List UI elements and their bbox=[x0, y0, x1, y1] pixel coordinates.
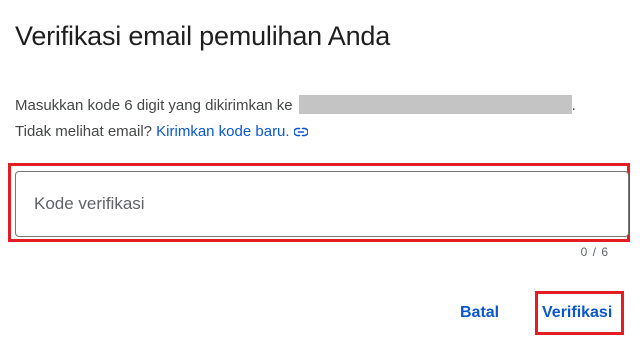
redacted-email bbox=[298, 95, 572, 114]
character-counter: 0 / 6 bbox=[580, 245, 609, 259]
verification-code-field[interactable] bbox=[15, 171, 629, 237]
dialog-description: Masukkan kode 6 digit yang dikirimkan ke… bbox=[15, 93, 576, 146]
no-email-text: Tidak melihat email? bbox=[15, 123, 152, 140]
sentence-period: . bbox=[571, 97, 576, 114]
verify-recovery-email-dialog: Verifikasi email pemulihan Anda Masukkan… bbox=[0, 0, 642, 350]
cancel-button[interactable]: Batal bbox=[460, 304, 499, 322]
verification-code-input[interactable] bbox=[16, 172, 628, 236]
verify-button[interactable]: Verifikasi bbox=[542, 304, 612, 322]
resend-code-link[interactable]: Kirimkan kode baru. bbox=[156, 123, 309, 140]
description-line-2: Tidak melihat email? Kirimkan kode baru. bbox=[15, 119, 576, 146]
instruction-text: Masukkan kode 6 digit yang dikirimkan ke bbox=[15, 97, 293, 114]
description-line-1: Masukkan kode 6 digit yang dikirimkan ke… bbox=[15, 93, 576, 119]
resend-code-label: Kirimkan kode baru. bbox=[156, 123, 290, 140]
link-icon bbox=[292, 120, 309, 146]
dialog-title: Verifikasi email pemulihan Anda bbox=[15, 21, 391, 51]
